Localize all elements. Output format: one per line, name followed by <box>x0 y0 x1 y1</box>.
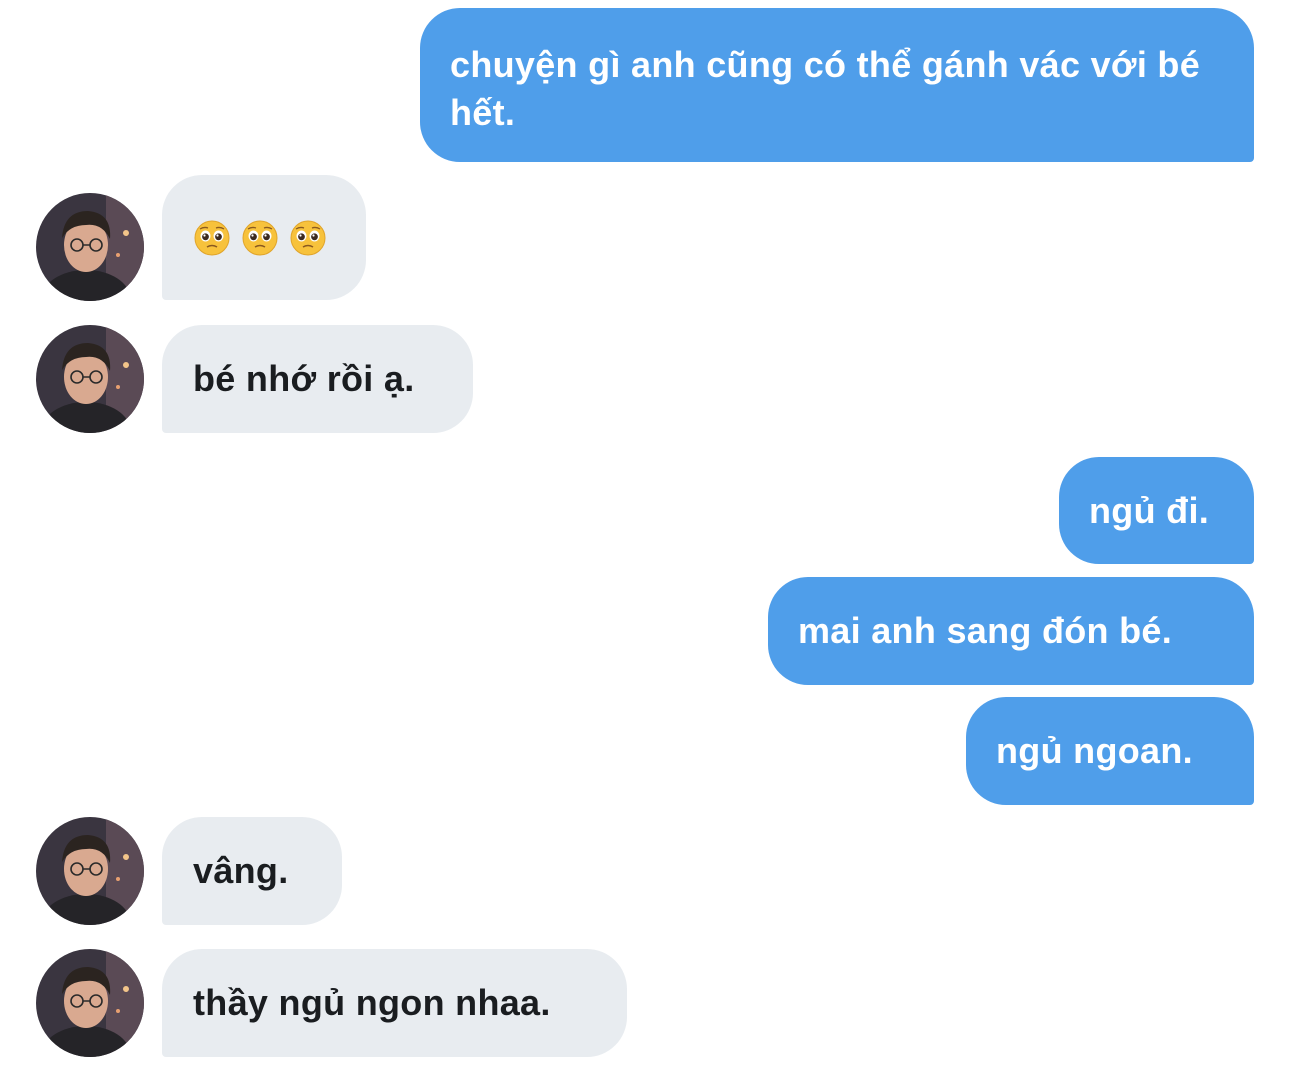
pleading-face-icon <box>194 220 230 255</box>
outgoing-message-bubble[interactable]: ngủ ngoan. <box>966 697 1254 805</box>
incoming-message-bubble[interactable] <box>162 175 366 300</box>
message-text: vâng. <box>193 850 289 891</box>
outgoing-message-bubble[interactable]: mai anh sang đón bé. <box>768 577 1254 685</box>
contact-avatar[interactable] <box>36 949 144 1057</box>
outgoing-message-bubble[interactable]: ngủ đi. <box>1059 457 1254 564</box>
incoming-message-bubble[interactable]: thầy ngủ ngon nhaa. <box>162 949 627 1057</box>
message-text: thầy ngủ ngon nhaa. <box>193 982 551 1023</box>
pleading-face-icon <box>242 220 278 255</box>
message-thread: chuyện gì anh cũng có thể gánh vác với b… <box>0 0 1290 1076</box>
message-text: mai anh sang đón bé. <box>798 610 1173 651</box>
contact-avatar[interactable] <box>36 325 144 433</box>
contact-avatar[interactable] <box>36 193 144 301</box>
avatar-photo <box>36 193 144 301</box>
message-text: ngủ đi. <box>1089 489 1210 531</box>
incoming-message-bubble[interactable]: vâng. <box>162 817 342 925</box>
message-text: bé nhớ rồi ạ. <box>193 358 415 399</box>
avatar-photo <box>36 949 144 1057</box>
pleading-face-icon <box>290 220 326 255</box>
outgoing-message-bubble[interactable]: chuyện gì anh cũng có thể gánh vác với b… <box>420 8 1254 162</box>
message-text: ngủ ngoan. <box>996 730 1193 771</box>
avatar-photo <box>36 325 144 433</box>
emoji-group <box>193 219 327 257</box>
message-text: chuyện gì anh cũng có thể gánh vác với b… <box>450 44 1201 133</box>
incoming-message-bubble[interactable]: bé nhớ rồi ạ. <box>162 325 473 433</box>
contact-avatar[interactable] <box>36 817 144 925</box>
avatar-photo <box>36 817 144 925</box>
